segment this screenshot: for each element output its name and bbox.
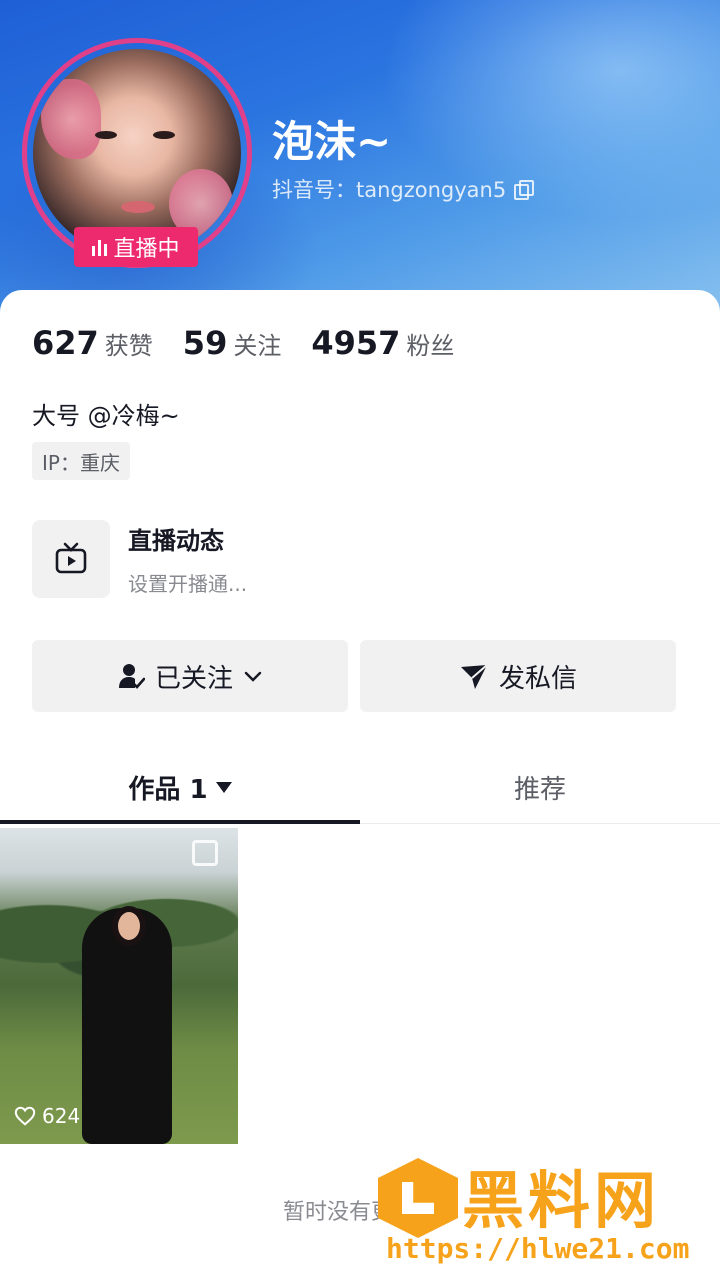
- live-badge-label: 直播中: [113, 237, 180, 262]
- copy-icon[interactable]: [514, 180, 535, 200]
- video-likes: 624: [14, 1104, 80, 1128]
- live-bars-icon: [92, 238, 108, 256]
- stat-label: 粉丝: [406, 332, 455, 360]
- avatar-lips: [121, 201, 155, 213]
- stat-likes[interactable]: 627 获赞: [32, 324, 153, 362]
- video-likes-count: 624: [42, 1104, 81, 1128]
- live-badge[interactable]: 直播中: [74, 227, 198, 267]
- tab-active-indicator: [0, 820, 360, 824]
- content-tabs: 作品 1 推荐: [0, 750, 720, 824]
- send-message-button[interactable]: 发私信: [360, 640, 676, 712]
- watermark-title: 黑料网: [462, 1164, 661, 1237]
- user-check-icon: [118, 664, 145, 689]
- avatar-eye: [153, 131, 175, 139]
- stats-row: 627 获赞 59 关注 4957 粉丝: [32, 324, 454, 362]
- live-feed-subtitle: 设置开播通...: [128, 572, 248, 596]
- stat-number: 627: [32, 324, 99, 362]
- tab-recommend[interactable]: 推荐: [360, 750, 720, 824]
- avatar[interactable]: [33, 49, 241, 257]
- stat-followers[interactable]: 4957 粉丝: [311, 324, 454, 362]
- tab-recommend-label: 推荐: [513, 774, 566, 805]
- multi-select-icon: [192, 840, 218, 866]
- stat-following[interactable]: 59 关注: [183, 324, 282, 362]
- ip-location-tag: IP：重庆: [32, 442, 130, 480]
- tv-icon: [32, 520, 110, 598]
- followed-label: 已关注: [154, 663, 233, 694]
- tab-works-label: 作品 1: [128, 774, 208, 805]
- stat-label: 获赞: [104, 332, 153, 360]
- chevron-down-icon: [244, 671, 262, 682]
- profile-name: 泡沫~: [272, 117, 392, 166]
- followed-button[interactable]: 已关注: [32, 640, 348, 712]
- avatar-eye: [95, 131, 117, 139]
- video-thumbnail[interactable]: 624: [0, 828, 238, 1144]
- bio-text: 大号 @冷梅~: [32, 402, 180, 430]
- douyin-id[interactable]: 抖音号：tangzongyan5: [272, 174, 535, 204]
- profile-header: 直播中 泡沫~ 抖音号：tangzongyan5: [0, 0, 720, 330]
- heart-icon: [14, 1106, 36, 1126]
- watermark-logo-icon: [378, 1158, 458, 1238]
- caret-down-icon: [215, 781, 232, 793]
- watermark-url: https://hlwe21.com: [386, 1232, 690, 1265]
- stat-number: 59: [182, 324, 228, 362]
- send-icon: [460, 664, 488, 689]
- live-feed-entry[interactable]: 直播动态 设置开播通...: [32, 520, 247, 598]
- live-feed-title: 直播动态: [128, 527, 224, 555]
- douyin-id-text: 抖音号：tangzongyan5: [272, 178, 507, 202]
- profile-card: 627 获赞 59 关注 4957 粉丝 大号 @冷梅~ IP：重庆 直播动态 …: [0, 290, 720, 1280]
- stat-number: 4957: [311, 324, 401, 362]
- send-message-label: 发私信: [498, 663, 577, 694]
- site-watermark: 黑料网 https://hlwe21.com: [378, 1150, 718, 1270]
- tab-works[interactable]: 作品 1: [0, 750, 360, 824]
- stat-label: 关注: [233, 332, 282, 360]
- avatar-flower: [41, 79, 101, 159]
- video-person-head: [112, 906, 146, 946]
